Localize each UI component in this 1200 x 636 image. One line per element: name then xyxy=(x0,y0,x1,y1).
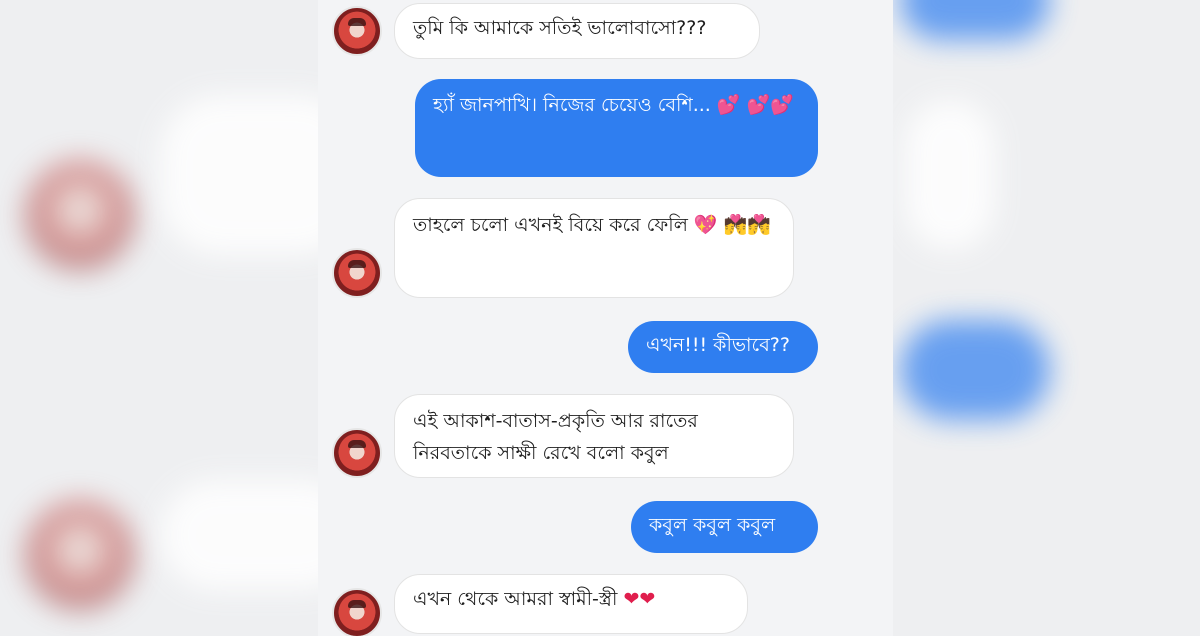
blurred-avatar-left-bottom xyxy=(25,500,135,610)
contact-avatar[interactable] xyxy=(332,588,382,636)
blurred-bubble-right-bottom xyxy=(900,320,1050,420)
chat-thread[interactable]: তুমি কি আমাকে সতিই ভালোবাসো??? হ্যাঁ জান… xyxy=(318,0,893,636)
message-text: কবুল কবুল কবুল xyxy=(649,514,776,536)
contact-avatar[interactable] xyxy=(332,6,382,56)
incoming-message[interactable]: তুমি কি আমাকে সতিই ভালোবাসো??? xyxy=(394,3,760,59)
incoming-message[interactable]: এখন থেকে আমরা স্বামী-স্ত্রী ❤❤ xyxy=(394,574,748,634)
message-text: তুমি কি আমাকে সতিই ভালোবাসো??? xyxy=(413,17,707,39)
blurred-avatar-left-top xyxy=(25,160,135,270)
incoming-message[interactable]: এই আকাশ-বাতাস-প্রকৃতি আর রাতের নিরবতাকে … xyxy=(394,394,794,478)
contact-avatar[interactable] xyxy=(332,428,382,478)
two-hearts-emoji: 💕 💕💕 xyxy=(716,94,794,116)
message-text: তাহলে চলো এখনই বিয়ে করে ফেলি xyxy=(413,214,688,236)
contact-avatar[interactable] xyxy=(332,248,382,298)
message-text: এই আকাশ-বাতাস-প্রকৃতি আর রাতের নিরবতাকে … xyxy=(413,410,698,464)
blurred-bubble-right-top xyxy=(900,0,1050,40)
message-text: এখন থেকে আমরা স্বামী-স্ত্রী xyxy=(413,588,618,610)
outgoing-message[interactable]: কবুল কবুল কবুল xyxy=(631,501,818,553)
red-hearts-emoji: ❤❤ xyxy=(623,588,656,610)
incoming-message[interactable]: তাহলে চলো এখনই বিয়ে করে ফেলি 💖 💏💏 xyxy=(394,198,794,298)
outgoing-message[interactable]: হ্যাঁ জানপাখি। নিজের চেয়েও বেশি... 💕 💕💕 xyxy=(415,79,818,177)
message-text: হ্যাঁ জানপাখি। নিজের চেয়েও বেশি... xyxy=(433,94,711,116)
blurred-bubble-right-mid xyxy=(905,100,995,250)
outgoing-message[interactable]: এখন!!! কীভাবে?? xyxy=(628,321,818,373)
message-text: এখন!!! কীভাবে?? xyxy=(646,334,790,356)
heart-couple-emoji: 💖 💏💏 xyxy=(693,214,771,236)
